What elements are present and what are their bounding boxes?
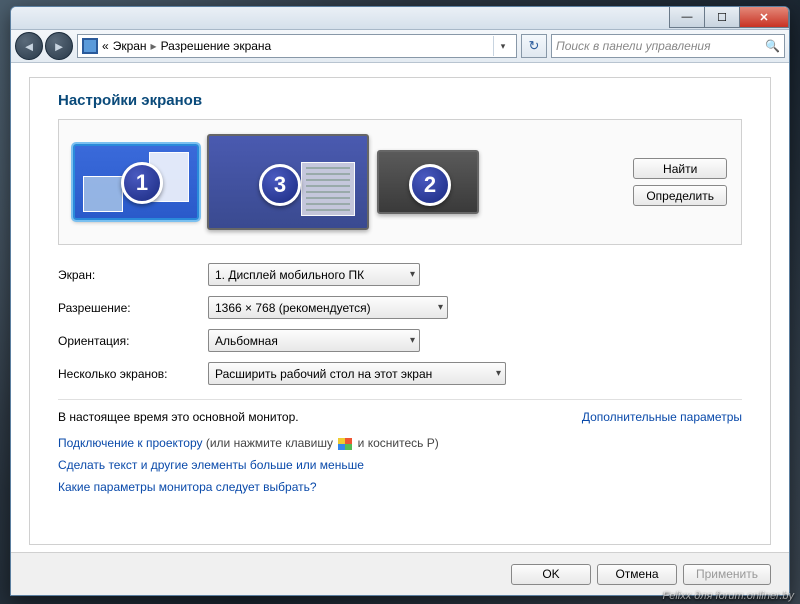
search-input[interactable]: Поиск в панели управления 🔍 <box>551 34 785 58</box>
close-button[interactable]: ✕ <box>740 7 789 28</box>
search-icon[interactable]: 🔍 <box>765 39 780 53</box>
orientation-select[interactable]: Альбомная <box>208 329 420 352</box>
windows-key-icon <box>338 438 352 450</box>
content-area: Настройки экранов 1 3 2 Най <box>29 77 771 545</box>
breadcrumb-prefix: « <box>102 39 109 53</box>
resolution-select[interactable]: 1366 × 768 (рекомендуется) <box>208 296 448 319</box>
maximize-button[interactable]: ☐ <box>705 7 740 28</box>
monitor-3[interactable]: 3 <box>207 134 369 230</box>
minimize-button[interactable]: — <box>669 7 705 28</box>
navigation-bar: ◄ ► « Экран ▸ Разрешение экрана ▾ ↻ Поис… <box>11 30 789 63</box>
display-label: Экран: <box>58 268 208 282</box>
projector-link[interactable]: Подключение к проектору <box>58 436 203 450</box>
monitor-1-number: 1 <box>121 162 163 204</box>
control-panel-window: — ☐ ✕ ◄ ► « Экран ▸ Разрешение экрана ▾ … <box>10 6 790 596</box>
which-settings-link[interactable]: Какие параметры монитора следует выбрать… <box>58 480 317 494</box>
detect-button[interactable]: Найти <box>633 158 727 179</box>
identify-button[interactable]: Определить <box>633 185 727 206</box>
control-panel-icon <box>82 38 98 54</box>
settings-form: Экран: 1. Дисплей мобильного ПК Разрешен… <box>58 263 742 385</box>
monitor-2-number: 2 <box>409 164 451 206</box>
advanced-settings-link[interactable]: Дополнительные параметры <box>582 410 742 424</box>
watermark: Felixx для forum.onliner.by <box>663 590 794 602</box>
display-arrangement-box: 1 3 2 Найти Определить <box>58 119 742 245</box>
orientation-label: Ориентация: <box>58 334 208 348</box>
text-size-link[interactable]: Сделать текст и другие элементы больше и… <box>58 458 364 472</box>
forward-button[interactable]: ► <box>45 32 73 60</box>
multi-display-select[interactable]: Расширить рабочий стол на этот экран <box>208 362 506 385</box>
primary-monitor-status: В настоящее время это основной монитор. <box>58 410 299 424</box>
breadcrumb-current[interactable]: Разрешение экрана <box>161 39 272 53</box>
monitor-3-number: 3 <box>259 164 301 206</box>
refresh-button[interactable]: ↻ <box>521 34 547 58</box>
display-select[interactable]: 1. Дисплей мобильного ПК <box>208 263 420 286</box>
dialog-footer: OK Отмена Применить <box>11 552 789 595</box>
projector-hint-before: (или нажмите клавишу <box>203 436 337 450</box>
titlebar: — ☐ ✕ <box>11 7 789 30</box>
ok-button[interactable]: OK <box>511 564 591 585</box>
resolution-label: Разрешение: <box>58 301 208 315</box>
page-title: Настройки экранов <box>58 92 742 109</box>
monitor-row[interactable]: 1 3 2 <box>73 134 621 230</box>
breadcrumb-sep: ▸ <box>151 39 157 53</box>
back-button[interactable]: ◄ <box>15 32 43 60</box>
multi-label: Несколько экранов: <box>58 367 208 381</box>
monitor-2[interactable]: 2 <box>377 150 479 214</box>
search-placeholder: Поиск в панели управления <box>556 39 711 53</box>
address-bar[interactable]: « Экран ▸ Разрешение экрана ▾ <box>77 34 517 58</box>
breadcrumb-root[interactable]: Экран <box>113 39 147 53</box>
monitor-1[interactable]: 1 <box>73 144 199 220</box>
address-dropdown[interactable]: ▾ <box>493 36 512 56</box>
projector-hint-after: и коснитесь P) <box>354 436 438 450</box>
divider <box>58 399 742 400</box>
apply-button[interactable]: Применить <box>683 564 771 585</box>
cancel-button[interactable]: Отмена <box>597 564 677 585</box>
